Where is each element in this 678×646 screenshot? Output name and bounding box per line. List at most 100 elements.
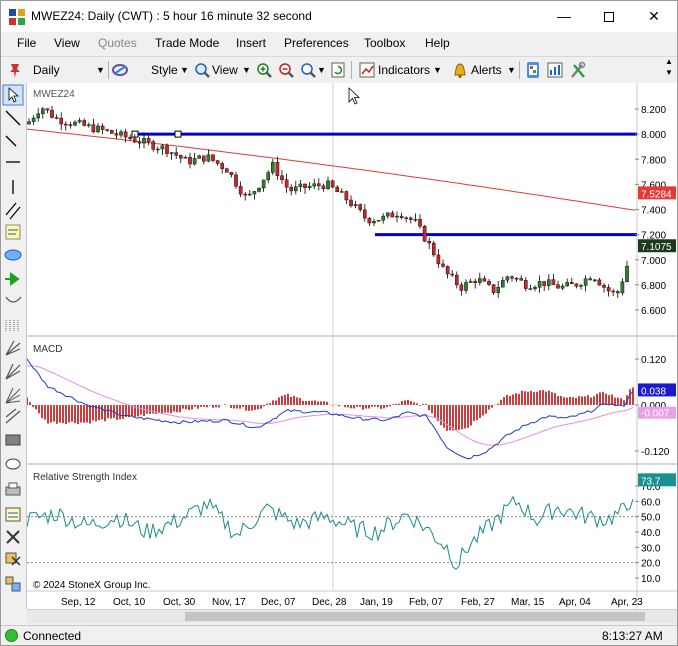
candle-down[interactable] — [220, 163, 225, 169]
candle-down[interactable] — [510, 276, 514, 279]
candle-down[interactable] — [399, 215, 404, 218]
magnifier-icon[interactable] — [194, 60, 210, 80]
candle-down[interactable] — [330, 180, 335, 188]
ellipse-tool-icon[interactable] — [4, 249, 22, 261]
chart-canvas[interactable]: 8.2008.0007.8007.6007.4007.2007.0006.800… — [26, 83, 677, 609]
menu-help[interactable]: Help — [425, 36, 450, 50]
candle-up[interactable] — [501, 279, 505, 288]
candle-down[interactable] — [606, 287, 611, 292]
candle-down[interactable] — [238, 186, 243, 195]
pin-icon[interactable] — [7, 60, 23, 80]
candle-up[interactable] — [312, 183, 317, 187]
candle-up[interactable] — [340, 191, 344, 193]
delete-all-icon[interactable] — [5, 552, 21, 566]
candle-down[interactable] — [224, 168, 229, 173]
chart-area[interactable]: 8.200 8.000 7.800 7.600 7.400 7.200 7.000 6.800… — [26, 83, 677, 609]
horizontal-scrollbar[interactable] — [27, 609, 677, 623]
candle-up[interactable] — [27, 121, 31, 125]
candle-up[interactable] — [160, 145, 165, 150]
alerts-dropdown-icon[interactable]: ▼ — [507, 60, 516, 80]
candle-up[interactable] — [36, 113, 41, 119]
candle-up[interactable] — [294, 186, 298, 192]
candle-down[interactable] — [519, 278, 524, 281]
candle-up[interactable] — [77, 120, 82, 123]
candle-down[interactable] — [551, 279, 556, 285]
candle-up[interactable] — [142, 138, 146, 144]
candle-down[interactable] — [418, 219, 422, 227]
candle-up[interactable] — [533, 287, 537, 289]
candle-down[interactable] — [556, 284, 560, 289]
candle-down[interactable] — [105, 129, 109, 131]
candle-up[interactable] — [169, 152, 174, 154]
candle-up[interactable] — [307, 185, 312, 189]
candle-down[interactable] — [321, 185, 326, 189]
gann-tool-icon[interactable] — [5, 387, 21, 404]
candle-down[interactable] — [602, 284, 606, 288]
candle-up[interactable] — [464, 282, 468, 291]
color-palette-icon[interactable] — [525, 60, 541, 80]
candle-down[interactable] — [132, 138, 137, 143]
candle-down[interactable] — [50, 109, 54, 118]
candle-down[interactable] — [215, 160, 220, 164]
candle-down[interactable] — [109, 130, 114, 134]
candle-down[interactable] — [178, 155, 183, 159]
candle-down[interactable] — [524, 280, 528, 289]
candle-up[interactable] — [87, 124, 91, 126]
candle-down[interactable] — [165, 145, 169, 154]
candle-up[interactable] — [395, 215, 399, 218]
rectangle-tool-icon[interactable] — [5, 434, 21, 446]
maximize-button[interactable] — [586, 1, 632, 32]
candle-down[interactable] — [528, 288, 533, 290]
candle-down[interactable] — [229, 172, 234, 176]
candle-down[interactable] — [64, 123, 68, 126]
candle-down[interactable] — [482, 278, 487, 282]
trendline-tool-icon[interactable] — [5, 110, 21, 126]
candle-down[interactable] — [422, 226, 427, 242]
candle-up[interactable] — [119, 131, 123, 136]
period-select[interactable]: Daily — [33, 60, 60, 80]
candle-up[interactable] — [261, 179, 266, 189]
candle-down[interactable] — [367, 217, 372, 224]
candle-down[interactable] — [570, 282, 574, 285]
fan-tool-icon[interactable] — [5, 363, 21, 380]
candle-up[interactable] — [386, 212, 390, 217]
menu-trade-mode[interactable]: Trade Mode — [155, 36, 219, 50]
candle-up[interactable] — [197, 155, 202, 159]
view-button[interactable]: View — [212, 60, 238, 80]
candle-down[interactable] — [275, 162, 280, 176]
candle-up[interactable] — [155, 148, 160, 151]
channel-tool-icon[interactable] — [5, 202, 21, 220]
candle-down[interactable] — [597, 279, 602, 286]
indicators-dropdown-icon[interactable]: ▼ — [433, 60, 442, 80]
candle-down[interactable] — [137, 141, 142, 144]
menu-toolbox[interactable]: Toolbox — [364, 36, 405, 50]
candle-down[interactable] — [128, 136, 132, 140]
indicators-button[interactable]: Indicators — [378, 60, 430, 80]
candle-up[interactable] — [505, 276, 510, 281]
close-button[interactable]: ✕ — [631, 1, 677, 32]
candle-down[interactable] — [611, 290, 615, 293]
candle-up[interactable] — [353, 204, 358, 207]
candle-up[interactable] — [583, 278, 588, 286]
tools-icon[interactable] — [569, 60, 587, 80]
candle-down[interactable] — [441, 263, 445, 267]
delete-drawing-icon[interactable] — [6, 530, 20, 544]
scrollbar-thumb[interactable] — [185, 612, 645, 621]
grid-tool-icon[interactable] — [5, 320, 19, 332]
candle-down[interactable] — [514, 277, 519, 280]
candle-down[interactable] — [211, 154, 215, 161]
candle-down[interactable] — [358, 204, 363, 211]
candle-up[interactable] — [298, 183, 303, 187]
candle-up[interactable] — [372, 220, 376, 224]
candle-up[interactable] — [478, 278, 482, 283]
note-tool-icon[interactable] — [5, 224, 21, 240]
candle-down[interactable] — [188, 157, 192, 165]
candle-down[interactable] — [349, 199, 353, 207]
candle-down[interactable] — [234, 174, 238, 187]
candle-up[interactable] — [183, 157, 188, 159]
candle-down[interactable] — [54, 117, 59, 119]
candle-down[interactable] — [68, 124, 73, 126]
candle-down[interactable] — [174, 152, 179, 156]
candle-down[interactable] — [100, 125, 105, 130]
candle-up[interactable] — [593, 279, 597, 282]
